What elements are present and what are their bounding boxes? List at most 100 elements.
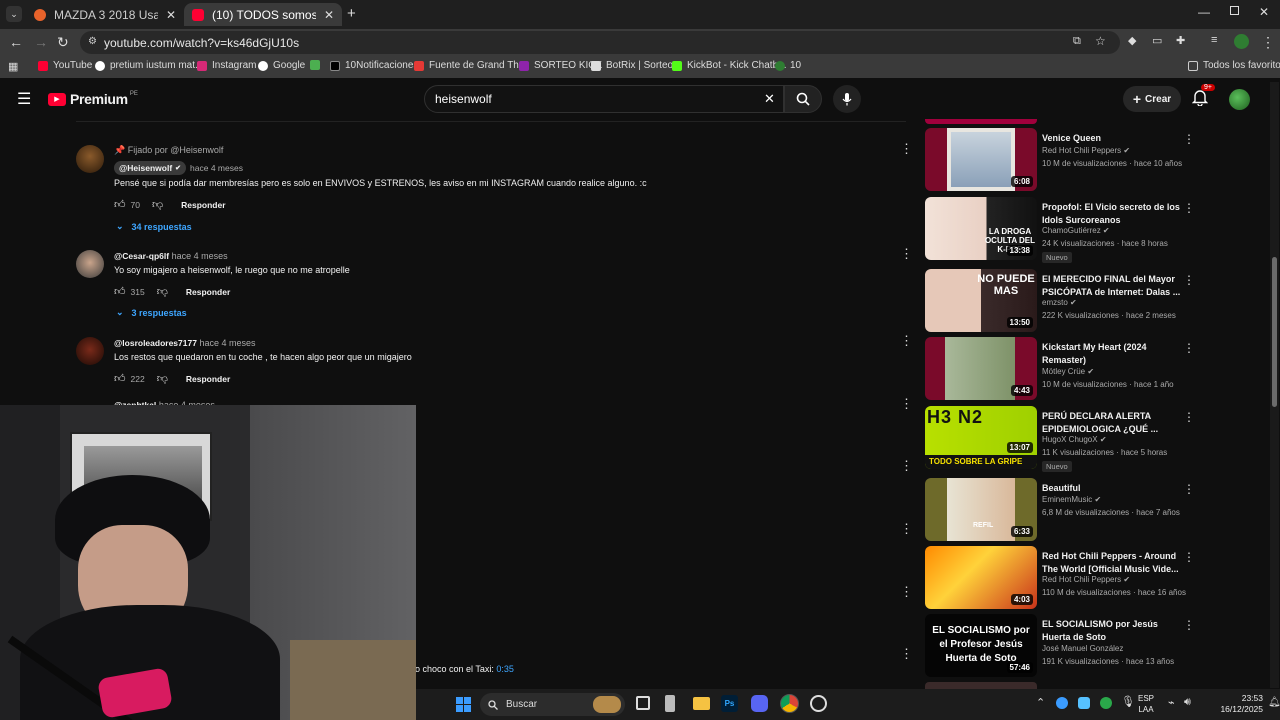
voice-search-button[interactable]: [833, 85, 861, 113]
video-menu-icon[interactable]: ⋮: [1183, 273, 1195, 287]
show-hidden-icons[interactable]: ⌃: [1036, 696, 1045, 709]
video-thumbnail[interactable]: EL SOCIALISMO por el Profesor Jesús Huer…: [925, 614, 1037, 677]
bookmark-pinwheel[interactable]: [310, 60, 325, 70]
video-thumbnail[interactable]: H3 N2 TODO SOBRE LA GRIPE 13:07: [925, 406, 1037, 469]
discord-icon[interactable]: [751, 695, 768, 712]
comment-menu-icon[interactable]: ⋮: [900, 333, 913, 349]
related-video[interactable]: 6:08 Venice Queen Red Hot Chili Peppers …: [925, 128, 1195, 192]
video-menu-icon[interactable]: ⋮: [1183, 482, 1195, 496]
chrome-icon[interactable]: [780, 694, 799, 713]
avatar[interactable]: [76, 250, 104, 278]
site-info-icon[interactable]: ⚙: [88, 36, 97, 47]
reply-button[interactable]: Responder: [181, 200, 225, 210]
related-video[interactable]: 4:43 Kickstart My Heart (2024 Remaster) …: [925, 337, 1195, 401]
tray-icon[interactable]: [1078, 697, 1090, 709]
app-icon[interactable]: [810, 695, 827, 712]
clock[interactable]: 23:53 16/12/2025: [1203, 693, 1263, 715]
create-button[interactable]: + Crear: [1123, 86, 1181, 112]
comment-menu-icon[interactable]: ⋮: [900, 246, 913, 262]
related-video[interactable]: LA DROGA OCULTA DEL K-POP 13:38 Propofol…: [925, 197, 1195, 263]
timestamp-link[interactable]: 0:35: [496, 664, 514, 674]
related-video[interactable]: 4:03 Red Hot Chili Peppers - Around The …: [925, 546, 1195, 610]
bookmark-botrix[interactable]: BotRix | Sorteos: [591, 60, 678, 71]
tab-search-icon[interactable]: ⌄: [6, 6, 22, 22]
video-thumbnail[interactable]: 6:08: [925, 128, 1037, 191]
reply-button[interactable]: Responder: [186, 287, 230, 297]
scrollbar-thumb[interactable]: [1272, 257, 1277, 407]
puzzle-extensions-icon[interactable]: ✚: [1176, 34, 1185, 47]
video-thumbnail[interactable]: 4:43: [925, 337, 1037, 400]
start-button[interactable]: [456, 697, 471, 712]
bookmark-kickbot[interactable]: KickBot - Kick Chatb...: [672, 60, 786, 71]
creator-handle-chip[interactable]: @Heisenwolf ✔: [114, 161, 187, 175]
bookmark-fuente-gta[interactable]: Fuente de Grand Th...: [414, 60, 527, 71]
profile-avatar[interactable]: [1234, 34, 1249, 49]
comment-menu-icon[interactable]: ⋮: [900, 584, 913, 600]
youtube-logo[interactable]: ▶ Premium PE: [48, 91, 138, 107]
video-menu-icon[interactable]: ⋮: [1183, 550, 1195, 564]
reply-button[interactable]: Responder: [186, 374, 230, 384]
related-video[interactable]: H3 N2 TODO SOBRE LA GRIPE 13:07 PERÚ DEC…: [925, 406, 1195, 472]
like-icon[interactable]: 👍︎: [114, 285, 126, 298]
bookmark-sorteo-kick[interactable]: SORTEO KICK: [519, 60, 602, 71]
tray-icon[interactable]: [1100, 697, 1112, 709]
clear-search-icon[interactable]: ✕: [764, 91, 775, 107]
like-icon[interactable]: 👍︎: [114, 372, 126, 385]
cast-icon[interactable]: ⧉: [1073, 35, 1081, 48]
app-icon[interactable]: [665, 695, 675, 712]
browser-menu-icon[interactable]: ⋮: [1261, 34, 1275, 51]
comment-menu-icon[interactable]: ⋮: [900, 458, 913, 474]
search-input[interactable]: heisenwolf ✕: [424, 85, 784, 113]
all-bookmarks[interactable]: Todos los favoritos: [1188, 60, 1280, 71]
video-menu-icon[interactable]: ⋮: [1183, 410, 1195, 424]
video-thumbnail[interactable]: REFIL 6:33: [925, 478, 1037, 541]
bookmark-pretium[interactable]: pretium iustum mat...: [95, 60, 203, 71]
avatar[interactable]: [76, 145, 104, 173]
comment-menu-icon[interactable]: ⋮: [900, 646, 913, 662]
close-tab-icon[interactable]: ✕: [166, 8, 176, 22]
tab-youtube[interactable]: (10) TODOS somos MIGAJEROS ✕: [184, 3, 342, 26]
volume-icon[interactable]: 🔊︎: [1184, 696, 1191, 709]
comment-menu-icon[interactable]: ⋮: [900, 521, 913, 537]
video-thumbnail[interactable]: 4:03: [925, 546, 1037, 609]
photoshop-icon[interactable]: Ps: [721, 695, 738, 712]
bookmark-instagram[interactable]: Instagram: [197, 60, 256, 71]
bookmark-star-icon[interactable]: ☆: [1095, 34, 1106, 48]
video-thumbnail[interactable]: NO PUEDE MAS 13:50: [925, 269, 1037, 332]
apps-grid-icon[interactable]: ▦: [8, 60, 18, 73]
account-avatar[interactable]: [1229, 89, 1250, 110]
view-replies-button[interactable]: ⌄ 3 respuestas: [116, 307, 187, 318]
bookmark-10notificaciones[interactable]: 10Notificaciones: [330, 60, 418, 71]
dislike-icon[interactable]: 👎︎: [157, 372, 168, 385]
notifications-button[interactable]: 9+: [1191, 84, 1215, 111]
page-scrollbar[interactable]: [1270, 82, 1279, 688]
forward-icon[interactable]: →: [34, 34, 48, 50]
network-icon[interactable]: ⌁: [1168, 696, 1175, 709]
tab-mazda[interactable]: MAZDA 3 2018 Usado Impecab ✕: [26, 3, 184, 26]
video-thumbnail[interactable]: LA DROGA OCULTA DEL K-POP 13:38: [925, 197, 1037, 260]
file-explorer-icon[interactable]: [693, 697, 710, 710]
related-video[interactable]: REFIL 6:33 Beautiful EminemMusic ✔ 6,8 M…: [925, 478, 1195, 542]
related-video[interactable]: NO PUEDE MAS 13:50 El MERECIDO FINAL del…: [925, 269, 1195, 333]
dislike-icon[interactable]: 👎︎: [152, 198, 163, 211]
bookmark-youtube[interactable]: YouTube: [38, 60, 92, 71]
dislike-icon[interactable]: 👎︎: [157, 285, 168, 298]
related-video[interactable]: EL SOCIALISMO por el Profesor Jesús Huer…: [925, 614, 1195, 678]
maximize-icon[interactable]: [1230, 6, 1239, 15]
video-menu-icon[interactable]: ⋮: [1183, 132, 1195, 146]
task-view-icon[interactable]: [636, 696, 650, 710]
language-indicator[interactable]: ESP LAA: [1138, 693, 1154, 715]
reading-list-icon[interactable]: ≡: [1211, 34, 1217, 46]
tray-icon[interactable]: [1056, 697, 1068, 709]
avatar[interactable]: [76, 337, 104, 365]
back-icon[interactable]: ←: [9, 34, 23, 50]
video-menu-icon[interactable]: ⋮: [1183, 201, 1195, 215]
bookmark-10[interactable]: 10: [775, 60, 801, 71]
reload-icon[interactable]: ↻: [57, 34, 69, 51]
address-bar[interactable]: ⚙ youtube.com/watch?v=ks46dGjU10s ⧉ ☆: [80, 31, 1120, 54]
video-menu-icon[interactable]: ⋮: [1183, 341, 1195, 355]
close-window-icon[interactable]: ✕: [1259, 5, 1269, 19]
new-tab-icon[interactable]: +: [347, 5, 356, 22]
like-icon[interactable]: 👍︎: [114, 198, 126, 211]
wallet-icon[interactable]: ▭: [1152, 34, 1162, 47]
